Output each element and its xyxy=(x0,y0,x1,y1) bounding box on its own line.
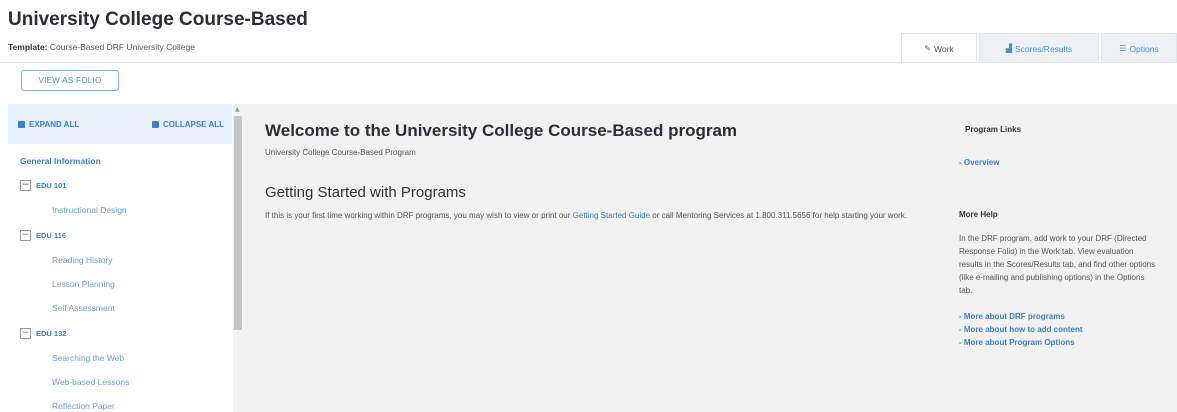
course-code: EDU 132 xyxy=(36,328,67,338)
program-links-heading: Program Links xyxy=(965,125,1022,134)
options-icon: ☰ xyxy=(1119,44,1127,53)
more-help-links: - More about DRF programs - More about h… xyxy=(959,312,1083,351)
sidebar-item-reading-history[interactable]: Reading History xyxy=(52,248,232,272)
more-help-heading: More Help xyxy=(959,210,998,219)
course-node-edu-132[interactable]: − EDU 132 xyxy=(20,320,232,346)
collapse-node-icon[interactable]: − xyxy=(20,179,31,191)
pencil-icon: ✎ xyxy=(924,44,931,53)
sidebar-item-reflection-paper[interactable]: Reflection Paper xyxy=(52,394,232,412)
scroll-up-arrow-icon[interactable]: ▲ xyxy=(235,106,240,113)
tab-scores-results-label: Scores/Results xyxy=(1014,43,1073,54)
more-about-adding-content-link[interactable]: - More about how to add content xyxy=(959,325,1083,338)
main-content: Welcome to the University College Course… xyxy=(243,104,1177,412)
tab-scores-results[interactable]: ▟ Scores/Results xyxy=(979,33,1099,63)
header-divider xyxy=(0,62,1177,63)
plus-square-icon xyxy=(18,120,25,128)
tab-work[interactable]: ✎ Work xyxy=(901,33,977,63)
sidebar-scrollbar[interactable]: ▲ xyxy=(233,104,243,412)
expand-collapse-bar: EXPAND ALL COLLAPSE ALL xyxy=(8,104,232,144)
tab-work-label: Work xyxy=(934,43,954,54)
more-about-drf-programs-link[interactable]: - More about DRF programs xyxy=(959,312,1083,325)
getting-started-title: Getting Started with Programs xyxy=(265,184,466,201)
getting-started-guide-link[interactable]: Getting Started Guide xyxy=(573,211,650,220)
chart-icon: ▟ xyxy=(1005,44,1012,53)
sidebar-item-general-information[interactable]: General Information xyxy=(20,156,232,172)
course-node-edu-116[interactable]: − EDU 116 xyxy=(20,222,232,248)
overview-link[interactable]: - Overview xyxy=(959,158,999,167)
welcome-subtitle: University College Course-Based Program xyxy=(265,148,416,157)
collapse-node-icon[interactable]: − xyxy=(20,229,31,241)
getting-started-text: If this is your first time working withi… xyxy=(265,209,915,222)
collapse-all-label: COLLAPSE ALL xyxy=(162,119,224,129)
view-as-folio-button[interactable]: VIEW AS FOLIO xyxy=(21,70,119,91)
course-tree: General Information − EDU 101 Instructio… xyxy=(8,144,232,412)
minus-square-icon xyxy=(151,120,159,128)
welcome-title: Welcome to the University College Course… xyxy=(265,121,738,140)
sidebar-item-instructional-design[interactable]: Instructional Design xyxy=(52,198,232,222)
template-label: Template: xyxy=(8,42,48,52)
gs-text-after: or call Mentoring Services at 1.800.311.… xyxy=(650,211,907,220)
template-line: Template: Course-Based DRF University Co… xyxy=(8,42,195,52)
template-value: Course-Based DRF University College xyxy=(49,42,195,52)
scrollbar-thumb[interactable] xyxy=(234,116,242,330)
tab-options[interactable]: ☰ Options xyxy=(1101,33,1177,63)
course-code: EDU 116 xyxy=(36,230,67,240)
sidebar-item-searching-the-web[interactable]: Searching the Web xyxy=(52,346,232,370)
sidebar: EXPAND ALL COLLAPSE ALL General Informat… xyxy=(8,104,240,412)
tab-bar: ✎ Work ▟ Scores/Results ☰ Options xyxy=(899,33,1177,63)
page-title: University College Course-Based xyxy=(8,9,308,30)
collapse-node-icon[interactable]: − xyxy=(20,327,31,339)
expand-all-label: EXPAND ALL xyxy=(29,119,80,129)
course-node-edu-101[interactable]: − EDU 101 xyxy=(20,172,232,198)
sidebar-item-self-assessment[interactable]: Self Assessment xyxy=(52,296,232,320)
course-code: EDU 101 xyxy=(36,180,67,190)
tab-options-label: Options xyxy=(1129,43,1159,54)
sidebar-item-web-based-lessons[interactable]: Web-based Lessons xyxy=(52,370,232,394)
sidebar-item-lesson-planning[interactable]: Lesson Planning xyxy=(52,272,232,296)
more-about-program-options-link[interactable]: - More about Program Options xyxy=(959,338,1083,351)
gs-text-before: If this is your first time working withi… xyxy=(265,211,573,220)
more-help-text: In the DRF program, add work to your DRF… xyxy=(959,234,1156,295)
expand-all-button[interactable]: EXPAND ALL xyxy=(18,120,79,129)
collapse-all-button[interactable]: COLLAPSE ALL xyxy=(151,119,224,129)
